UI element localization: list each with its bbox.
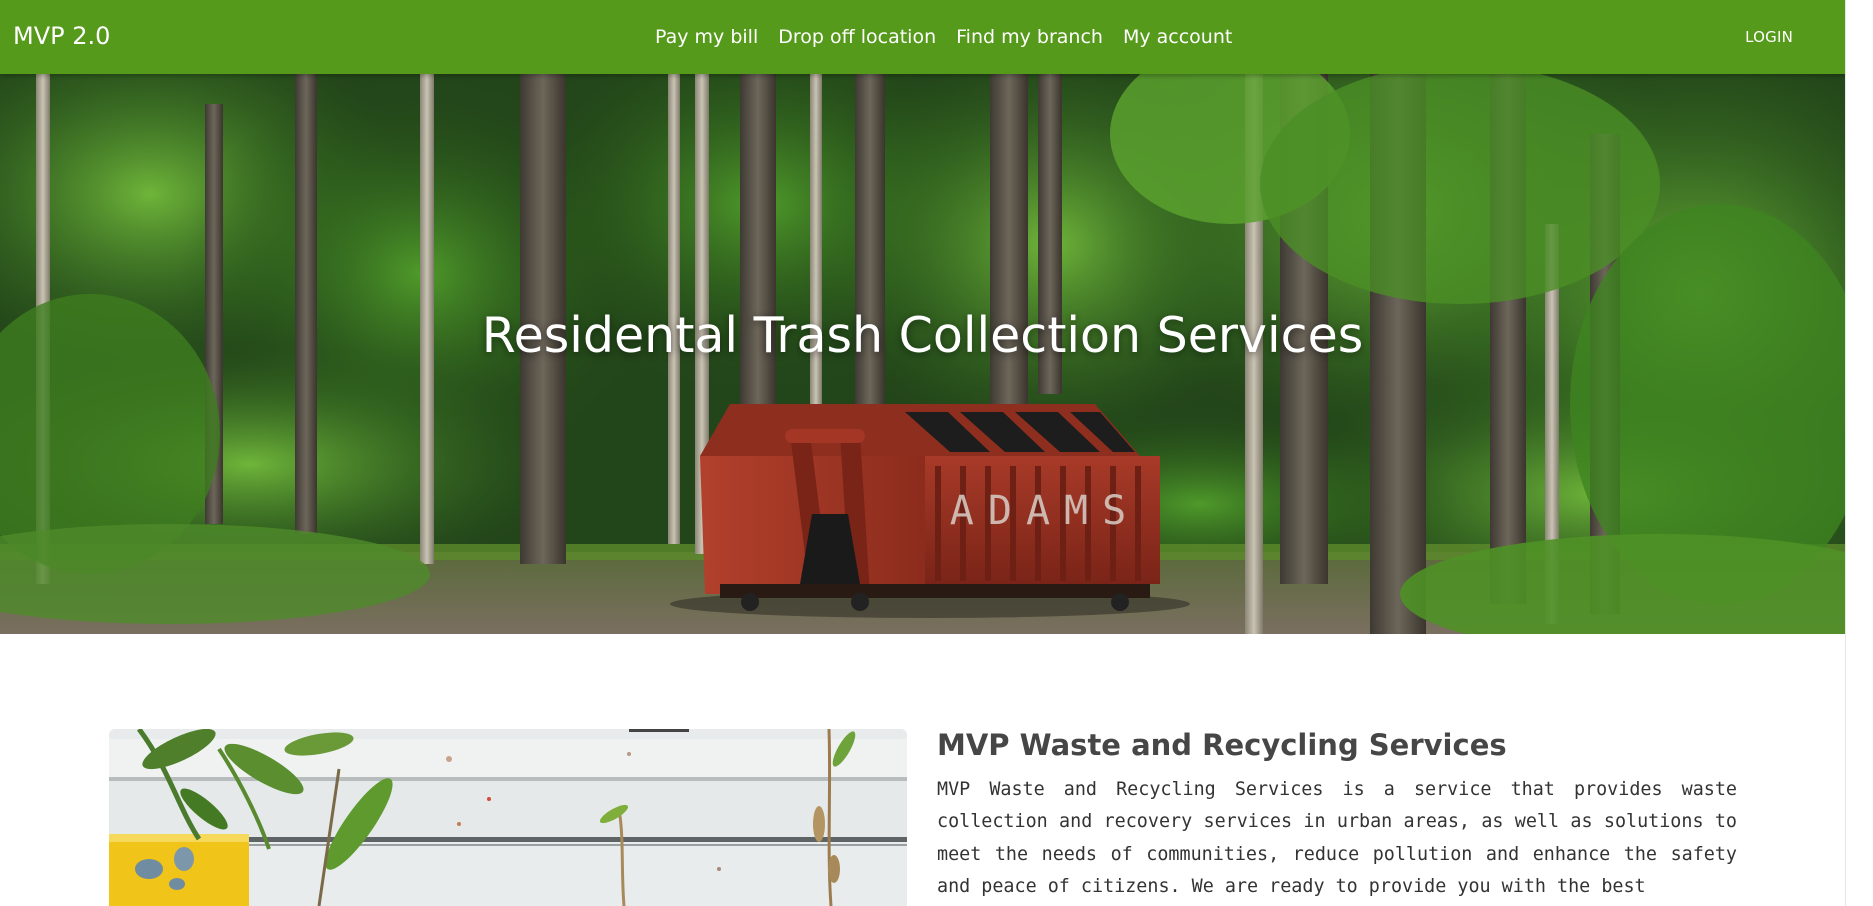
hero-banner: ADAMS Residental Trash Collection Servic…	[0, 74, 1845, 634]
page: MVP 2.0 Pay my bill Drop off location Fi…	[0, 0, 1873, 906]
top-navbar: MVP 2.0 Pay my bill Drop off location Fi…	[0, 0, 1845, 74]
nav-link-my-account[interactable]: My account	[1113, 21, 1242, 53]
login-button[interactable]: LOGIN	[1745, 24, 1793, 50]
browser-viewport: MVP 2.0 Pay my bill Drop off location Fi…	[0, 0, 1846, 906]
recycling-plants-image	[109, 729, 907, 906]
section-description: MVP Waste and Recycling Services is a se…	[937, 779, 1737, 898]
dumpster-lettering: ADAMS	[950, 488, 1140, 534]
main-nav: Pay my bill Drop off location Find my br…	[645, 21, 1242, 53]
nav-link-drop-off-location[interactable]: Drop off location	[768, 21, 946, 53]
right-gutter	[1846, 0, 1873, 906]
brand-logo-link[interactable]: MVP 2.0	[13, 19, 110, 53]
dumpster: ADAMS	[670, 404, 1190, 618]
section-title: MVP Waste and Recycling Services	[937, 728, 1507, 762]
hero-title: Residental Trash Collection Services	[481, 307, 1364, 364]
nav-link-pay-my-bill[interactable]: Pay my bill	[645, 21, 768, 53]
nav-link-find-my-branch[interactable]: Find my branch	[946, 21, 1113, 53]
